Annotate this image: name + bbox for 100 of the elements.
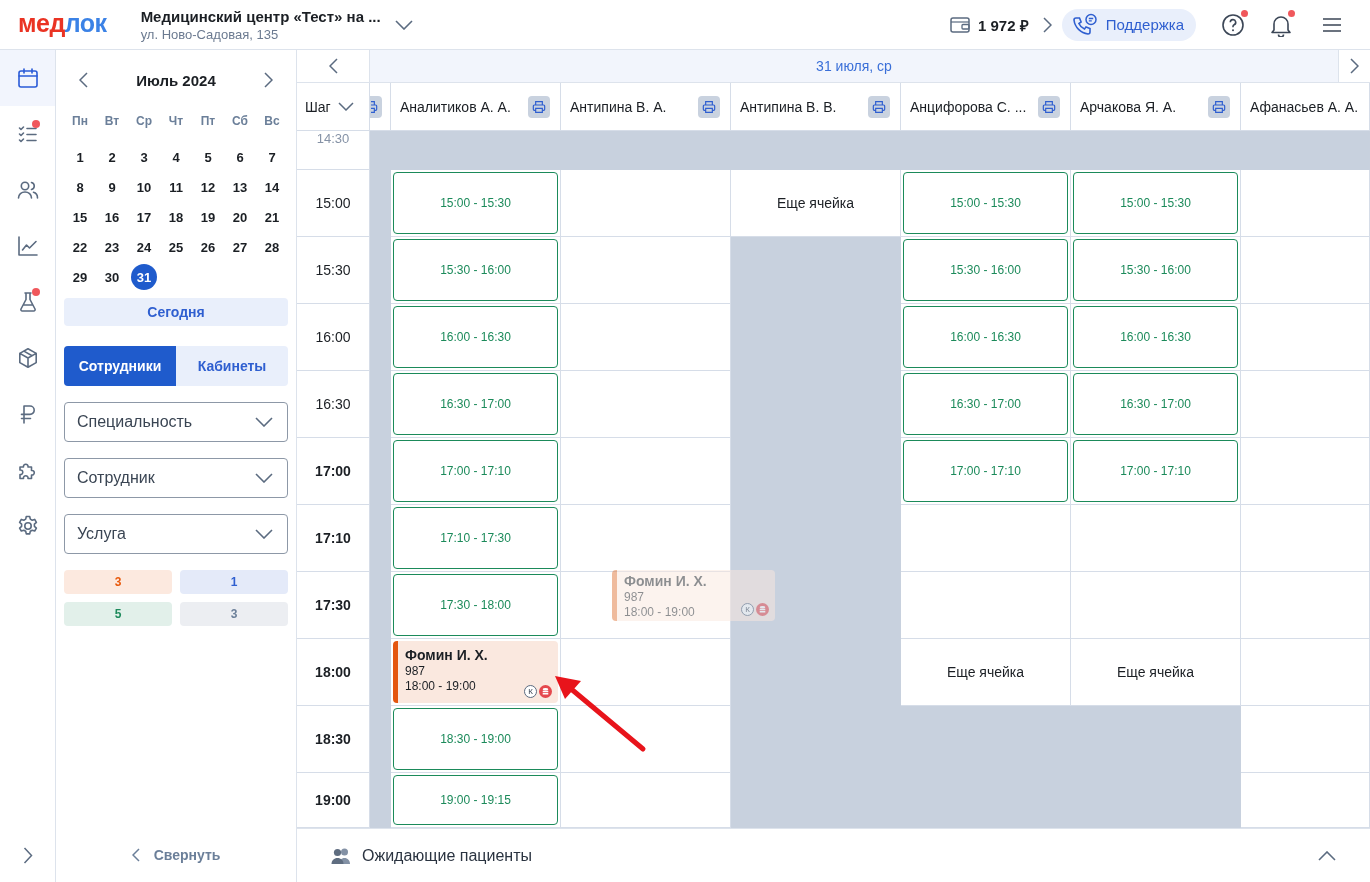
chevron-down-icon[interactable] (394, 19, 413, 30)
chevron-up-icon[interactable] (1318, 850, 1336, 861)
calendar-day[interactable]: 28 (259, 234, 285, 260)
calendar-day[interactable]: 25 (163, 234, 189, 260)
more-slots-cell[interactable]: Еще ячейка (901, 639, 1071, 706)
calendar-day[interactable]: 3 (131, 144, 157, 170)
schedule-cell[interactable] (561, 639, 731, 706)
calendar-day[interactable]: 4 (163, 144, 189, 170)
schedule-cell[interactable] (901, 505, 1071, 572)
nav-item[interactable] (0, 50, 55, 106)
support-button[interactable]: Поддержка (1061, 8, 1196, 41)
appointment-card[interactable]: Фомин И. Х. 987 18:00 - 19:00 К (393, 641, 558, 703)
balance-button[interactable]: 1 972 ₽ (950, 14, 1029, 35)
today-button[interactable]: Сегодня (64, 298, 288, 326)
schedule-cell[interactable] (561, 371, 731, 438)
schedule-cell[interactable] (1241, 438, 1370, 505)
time-slot[interactable]: 16:30 - 17:00 (903, 373, 1068, 435)
more-slots-cell[interactable]: Еще ячейка (731, 170, 901, 237)
calendar-day[interactable]: 10 (131, 174, 157, 200)
schedule-cell[interactable] (1241, 170, 1370, 237)
time-slot[interactable]: 17:00 - 17:10 (1073, 440, 1238, 502)
calendar-day[interactable]: 5 (195, 144, 221, 170)
calendar-day[interactable]: 21 (259, 204, 285, 230)
calendar-day[interactable]: 9 (99, 174, 125, 200)
print-button[interactable] (698, 95, 720, 118)
calendar-day[interactable]: 23 (99, 234, 125, 260)
time-slot[interactable]: 15:00 - 15:30 (1073, 172, 1238, 234)
schedule-cell[interactable] (561, 773, 731, 828)
time-slot[interactable]: 15:00 - 15:30 (393, 172, 558, 234)
chevron-left-icon[interactable] (328, 58, 338, 74)
schedule-cell[interactable] (1241, 505, 1370, 572)
schedule-cell[interactable] (1241, 773, 1370, 828)
time-slot[interactable]: 16:00 - 16:30 (1073, 306, 1238, 368)
chevron-right-icon[interactable] (264, 72, 273, 88)
view-tab[interactable]: Кабинеты (176, 346, 288, 386)
print-button[interactable] (1208, 95, 1230, 118)
schedule-cell[interactable] (1241, 371, 1370, 438)
filter-dropdown[interactable]: Специальность (64, 402, 288, 442)
step-dropdown[interactable]: Шаг (305, 98, 354, 115)
time-slot[interactable]: 16:00 - 16:30 (903, 306, 1068, 368)
print-button[interactable] (868, 95, 890, 118)
schedule-cell[interactable] (1241, 237, 1370, 304)
menu-icon[interactable] (1322, 16, 1342, 33)
schedule-cell[interactable] (1241, 572, 1370, 639)
schedule-cell[interactable] (561, 706, 731, 773)
calendar-day[interactable]: 13 (227, 174, 253, 200)
time-slot[interactable]: 17:30 - 18:00 (393, 574, 558, 636)
filter-dropdown[interactable]: Сотрудник (64, 458, 288, 498)
schedule-cell[interactable] (1241, 706, 1370, 773)
chevron-right-icon[interactable] (1350, 58, 1359, 74)
logo[interactable]: медлок (18, 11, 107, 36)
calendar-day[interactable]: 24 (131, 234, 157, 260)
time-slot[interactable]: 15:00 - 15:30 (903, 172, 1068, 234)
print-button[interactable] (1038, 95, 1060, 118)
more-slots-cell[interactable]: Еще ячейка (1071, 639, 1241, 706)
calendar-day[interactable]: 12 (195, 174, 221, 200)
chevron-right-icon[interactable] (22, 846, 33, 864)
calendar-day[interactable]: 7 (259, 144, 285, 170)
schedule-cell[interactable] (561, 505, 731, 572)
time-slot[interactable]: 16:00 - 16:30 (393, 306, 558, 368)
schedule-cell[interactable] (1241, 639, 1370, 706)
time-slot[interactable]: 19:00 - 19:15 (393, 775, 558, 825)
calendar-day[interactable]: 2 (99, 144, 125, 170)
calendar-day[interactable]: 31 (131, 264, 157, 290)
time-slot[interactable]: 17:00 - 17:10 (393, 440, 558, 502)
collapse-button[interactable]: Свернуть (64, 828, 288, 882)
calendar-day[interactable]: 29 (67, 264, 93, 290)
schedule-cell[interactable] (561, 170, 731, 237)
time-slot[interactable]: 17:10 - 17:30 (393, 507, 558, 569)
calendar-day[interactable]: 1 (67, 144, 93, 170)
schedule-cell[interactable] (561, 304, 731, 371)
time-slot[interactable]: 15:30 - 16:00 (903, 239, 1068, 301)
calendar-day[interactable]: 16 (99, 204, 125, 230)
calendar-day[interactable]: 26 (195, 234, 221, 260)
filter-dropdown[interactable]: Услуга (64, 514, 288, 554)
schedule-cell[interactable] (901, 572, 1071, 639)
schedule-cell[interactable] (1071, 572, 1241, 639)
calendar-day[interactable]: 20 (227, 204, 253, 230)
calendar-day[interactable]: 8 (67, 174, 93, 200)
calendar-day[interactable]: 27 (227, 234, 253, 260)
calendar-day[interactable]: 30 (99, 264, 125, 290)
print-button[interactable] (528, 95, 550, 118)
calendar-day[interactable]: 18 (163, 204, 189, 230)
time-slot[interactable]: 16:30 - 17:00 (1073, 373, 1238, 435)
chevron-right-icon[interactable] (1042, 16, 1052, 33)
print-button[interactable] (370, 95, 382, 118)
time-slot[interactable]: 15:30 - 16:00 (1073, 239, 1238, 301)
calendar-day[interactable]: 11 (163, 174, 189, 200)
time-slot[interactable]: 18:30 - 19:00 (393, 708, 558, 770)
calendar-day[interactable]: 19 (195, 204, 221, 230)
calendar-day[interactable]: 6 (227, 144, 253, 170)
view-tab[interactable]: Сотрудники (64, 346, 176, 386)
help-icon[interactable] (1221, 12, 1245, 37)
schedule-cell[interactable] (561, 237, 731, 304)
calendar-day[interactable]: 15 (67, 204, 93, 230)
time-slot[interactable]: 15:30 - 16:00 (393, 239, 558, 301)
chevron-left-icon[interactable] (79, 72, 88, 88)
schedule-cell[interactable] (561, 438, 731, 505)
time-slot[interactable]: 17:00 - 17:10 (903, 440, 1068, 502)
schedule-cell[interactable] (1241, 304, 1370, 371)
